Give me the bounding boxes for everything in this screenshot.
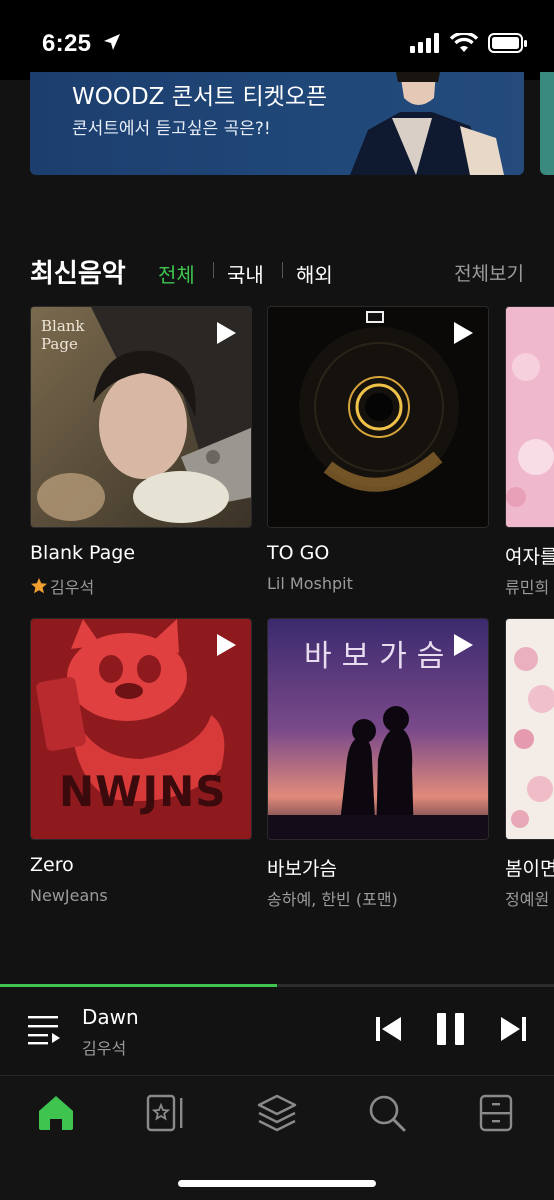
album-artist: 송하예, 한빈 (포맨) — [267, 890, 398, 909]
album-artist: 류민희 — [505, 578, 550, 597]
playlist-icon[interactable] — [28, 1015, 60, 1045]
play-icon[interactable] — [215, 321, 237, 345]
mini-player[interactable]: Dawn 김우석 — [0, 987, 554, 1075]
album-artist-name: 김우석 — [50, 578, 95, 597]
filter-divider — [213, 262, 214, 278]
album-artist: NewJeans — [30, 886, 108, 905]
album-cover-art — [506, 307, 554, 527]
favorites-icon[interactable] — [146, 1094, 186, 1132]
album-cover[interactable]: Blank Page — [30, 306, 252, 528]
filter-all[interactable]: 전체 — [158, 259, 195, 288]
album-artist: 정예원 — [505, 890, 550, 909]
album-title: Zero — [30, 854, 74, 876]
now-playing-title[interactable]: Dawn — [82, 1005, 139, 1029]
next-track-icon[interactable] — [500, 1016, 526, 1042]
filter-domestic[interactable]: 국내 — [227, 259, 264, 288]
signal-icon — [410, 33, 439, 53]
previous-track-icon[interactable] — [376, 1016, 402, 1042]
album-cover[interactable]: NWJNS — [30, 618, 252, 840]
pause-icon[interactable] — [436, 1013, 466, 1045]
home-icon[interactable] — [37, 1094, 75, 1132]
album-cover[interactable] — [505, 306, 554, 528]
search-icon[interactable] — [368, 1094, 406, 1132]
album-cover[interactable]: 바보가슴 — [267, 618, 489, 840]
status-bar: 6:25 — [0, 0, 554, 80]
location-arrow-icon — [104, 34, 120, 50]
next-banner-peek[interactable] — [540, 72, 554, 175]
album-cover[interactable] — [505, 618, 554, 840]
wifi-icon — [450, 33, 478, 52]
filter-divider — [282, 262, 283, 278]
view-all-link[interactable]: 전체보기 — [454, 259, 524, 286]
battery-icon — [488, 33, 527, 53]
album-cover-art — [506, 619, 554, 839]
album-title: Blank Page — [30, 542, 136, 564]
now-playing-artist[interactable]: 김우석 — [82, 1035, 126, 1059]
album-artist: Lil Moshpit — [267, 574, 353, 593]
cover-title-text: Blank Page — [41, 317, 85, 353]
album-artist: 김우석 — [30, 574, 94, 598]
library-icon[interactable] — [257, 1094, 297, 1132]
play-icon[interactable] — [215, 633, 237, 657]
latest-music-header: 최신음악 전체 국내 해외 전체보기 — [30, 250, 524, 290]
status-indicators — [410, 32, 528, 54]
filter-foreign[interactable]: 해외 — [296, 259, 333, 288]
album-grid: Blank Page Blank Page 김우석 TO GO Lil Mosh… — [0, 300, 554, 920]
star-icon — [31, 578, 47, 594]
storage-icon[interactable] — [478, 1094, 514, 1132]
section-title: 최신음악 — [30, 259, 126, 289]
home-indicator — [178, 1180, 376, 1187]
play-icon[interactable] — [452, 321, 474, 345]
play-icon[interactable] — [452, 633, 474, 657]
album-title: TO GO — [267, 542, 330, 564]
banner-subtitle: 콘서트에서 듣고싶은 곡은?! — [72, 119, 271, 139]
album-title: 바보가슴 — [267, 858, 337, 880]
album-cover[interactable] — [267, 306, 489, 528]
banner-artist-image — [350, 72, 504, 175]
cover-title-text: 바보가슴 — [304, 639, 455, 674]
album-title: 여자를 — [505, 546, 554, 568]
promo-banner[interactable]: WOODZ 콘서트 티켓오픈 콘서트에서 듣고싶은 곡은?! — [30, 72, 524, 175]
album-title: 봄이면 — [505, 858, 554, 880]
cover-logo-text: NWJNS — [59, 767, 227, 816]
status-time: 6:25 — [42, 30, 92, 57]
banner-title: WOODZ 콘서트 티켓오픈 — [72, 84, 328, 110]
